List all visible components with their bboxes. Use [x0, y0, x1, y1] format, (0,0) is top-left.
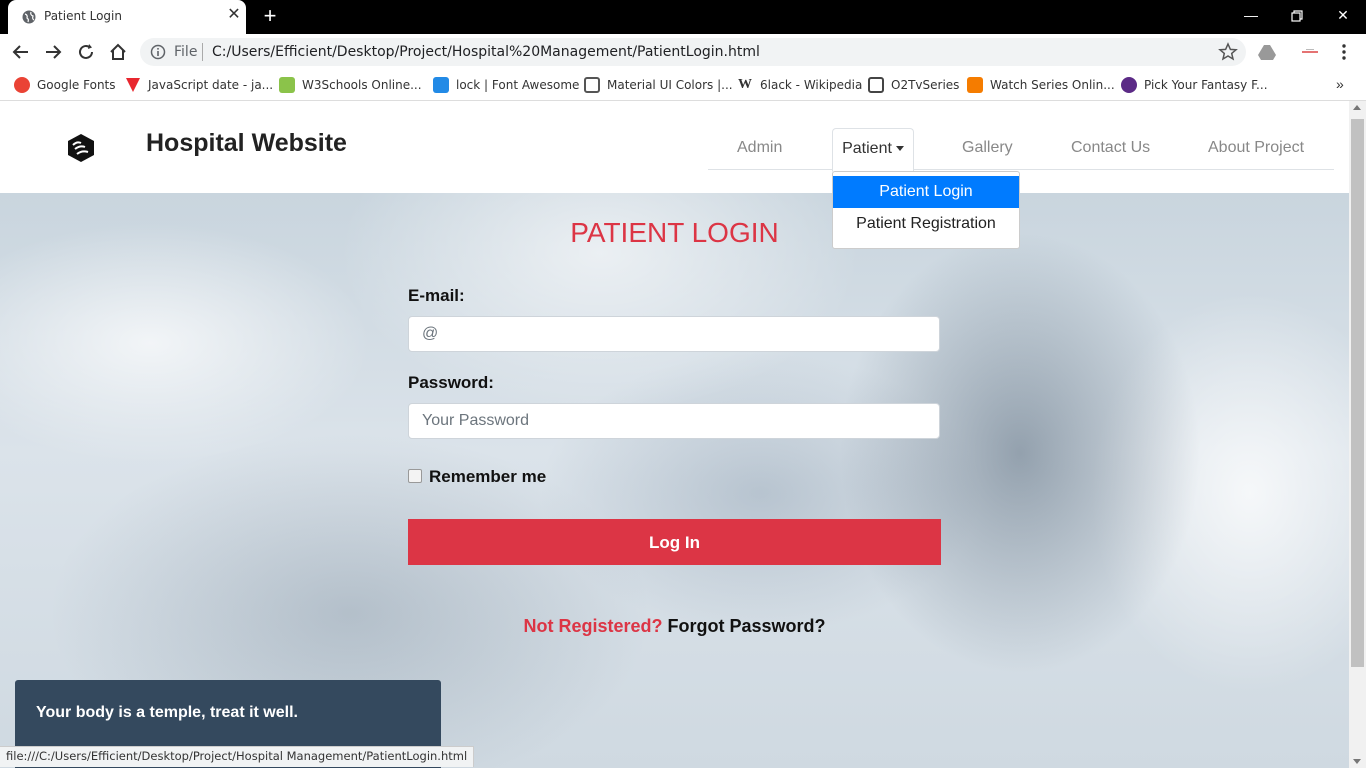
- bookmark-item[interactable]: JavaScript date - ja...: [125, 77, 273, 93]
- bookmark-label: JavaScript date - ja...: [148, 78, 274, 92]
- quote-text: Your body is a temple, treat it well.: [36, 704, 298, 721]
- wikipedia-icon: W: [738, 77, 752, 92]
- close-window-icon[interactable]: ✕: [1320, 0, 1366, 30]
- login-button[interactable]: Log In: [408, 519, 941, 565]
- bookmark-label: Material UI Colors |...: [607, 78, 733, 92]
- email-field[interactable]: [408, 316, 940, 352]
- info-icon[interactable]: [150, 44, 166, 60]
- email-label: E-mail:: [408, 286, 465, 305]
- vivaldi-icon: [125, 77, 141, 93]
- nav-patient[interactable]: Patient: [832, 128, 914, 172]
- nav-about-project[interactable]: About Project: [1208, 139, 1304, 157]
- bookmarks-bar: Google Fonts JavaScript date - ja... W3S…: [0, 70, 1366, 101]
- browser-tab[interactable]: Patient Login ✕: [8, 0, 246, 34]
- scroll-up-icon[interactable]: [1353, 105, 1361, 110]
- menu-icon[interactable]: [1334, 42, 1354, 62]
- back-icon[interactable]: [10, 41, 32, 63]
- tab-title: Patient Login: [44, 9, 122, 23]
- browser-toolbar: File C:/Users/Efficient/Desktop/Project/…: [0, 34, 1366, 70]
- minimize-window-icon[interactable]: —: [1228, 0, 1274, 30]
- flag-icon: [433, 77, 449, 93]
- material-icon: [584, 77, 600, 93]
- password-label: Password:: [408, 373, 494, 392]
- tab-close-icon[interactable]: ✕: [226, 7, 242, 23]
- address-separator: [202, 43, 203, 61]
- nav-patient-label: Patient: [842, 140, 892, 157]
- drive-icon[interactable]: [1257, 42, 1277, 62]
- bookmark-label: W3Schools Online...: [302, 78, 422, 92]
- bookmark-item[interactable]: lock | Font Awesome: [433, 77, 579, 93]
- home-icon[interactable]: [107, 41, 129, 63]
- page-title: PATIENT LOGIN: [570, 217, 779, 248]
- bookmark-label: Google Fonts: [37, 78, 116, 92]
- bookmark-item[interactable]: Watch Series Onlin...: [967, 77, 1115, 93]
- address-scheme-label: File: [174, 44, 198, 60]
- status-bar: file:///C:/Users/Efficient/Desktop/Proje…: [0, 746, 475, 767]
- extension-icon[interactable]: [1300, 42, 1320, 62]
- more-bookmarks-icon[interactable]: »: [1336, 76, 1344, 92]
- reload-icon[interactable]: [75, 41, 97, 63]
- page-scrollbar[interactable]: [1349, 101, 1366, 768]
- site-brand[interactable]: Hospital Website: [146, 129, 347, 158]
- bookmark-item[interactable]: W3Schools Online...: [279, 77, 422, 93]
- bookmark-item[interactable]: Google Fonts: [14, 77, 116, 93]
- address-url[interactable]: C:/Users/Efficient/Desktop/Project/Hospi…: [212, 44, 760, 60]
- forgot-password-link[interactable]: Forgot Password?: [668, 616, 826, 636]
- scroll-down-icon[interactable]: [1353, 759, 1361, 764]
- bookmark-star-icon[interactable]: [1218, 42, 1238, 62]
- password-field[interactable]: [408, 403, 940, 439]
- logo-icon[interactable]: [66, 133, 96, 163]
- remember-me-label[interactable]: Remember me: [429, 467, 546, 487]
- address-bar[interactable]: File C:/Users/Efficient/Desktop/Project/…: [140, 38, 1246, 66]
- dropdown-item-patient-registration[interactable]: Patient Registration: [833, 208, 1019, 240]
- scrollbar-thumb[interactable]: [1351, 119, 1364, 667]
- series-icon: [967, 77, 983, 93]
- new-tab-button[interactable]: +: [260, 5, 280, 27]
- auth-links: Not Registered? Forgot Password?: [0, 616, 1349, 637]
- browser-titlebar: Patient Login ✕ + — ✕: [0, 0, 1366, 34]
- bookmark-label: lock | Font Awesome: [456, 78, 580, 92]
- bookmark-label: Pick Your Fantasy F...: [1144, 78, 1268, 92]
- bookmark-item[interactable]: Pick Your Fantasy F...: [1121, 77, 1268, 93]
- fonts-icon: [14, 77, 30, 93]
- bookmark-label: 6lack - Wikipedia: [760, 78, 863, 92]
- nav-gallery[interactable]: Gallery: [962, 139, 1013, 157]
- restore-window-icon[interactable]: [1274, 0, 1320, 30]
- forward-icon[interactable]: [42, 41, 64, 63]
- page-viewport: Hospital Website Admin Patient Gallery C…: [0, 101, 1349, 768]
- main-nav: Admin Patient Gallery Contact Us About P…: [708, 125, 1334, 172]
- w3schools-icon: [279, 77, 295, 93]
- dropdown-item-patient-login[interactable]: Patient Login: [833, 176, 1019, 208]
- chevron-down-icon: [895, 146, 904, 152]
- site-header: Hospital Website Admin Patient Gallery C…: [0, 101, 1349, 193]
- bookmark-item[interactable]: O2TvSeries: [868, 77, 959, 93]
- premier-league-icon: [1121, 77, 1137, 93]
- login-hero: PATIENT LOGIN E-mail: Password: Remember…: [0, 193, 1349, 768]
- not-registered-link[interactable]: Not Registered?: [523, 616, 662, 636]
- bookmark-label: Watch Series Onlin...: [990, 78, 1115, 92]
- remember-me-checkbox[interactable]: [408, 469, 422, 483]
- bookmark-item[interactable]: W 6lack - Wikipedia: [737, 77, 862, 93]
- o2tv-icon: [868, 77, 884, 93]
- nav-contact-us[interactable]: Contact Us: [1071, 139, 1150, 157]
- bookmark-label: O2TvSeries: [891, 78, 960, 92]
- bookmark-item[interactable]: Material UI Colors |...: [584, 77, 733, 93]
- globe-icon: [22, 10, 36, 24]
- patient-dropdown-menu: Patient Login Patient Registration: [832, 171, 1020, 249]
- nav-admin[interactable]: Admin: [737, 139, 782, 157]
